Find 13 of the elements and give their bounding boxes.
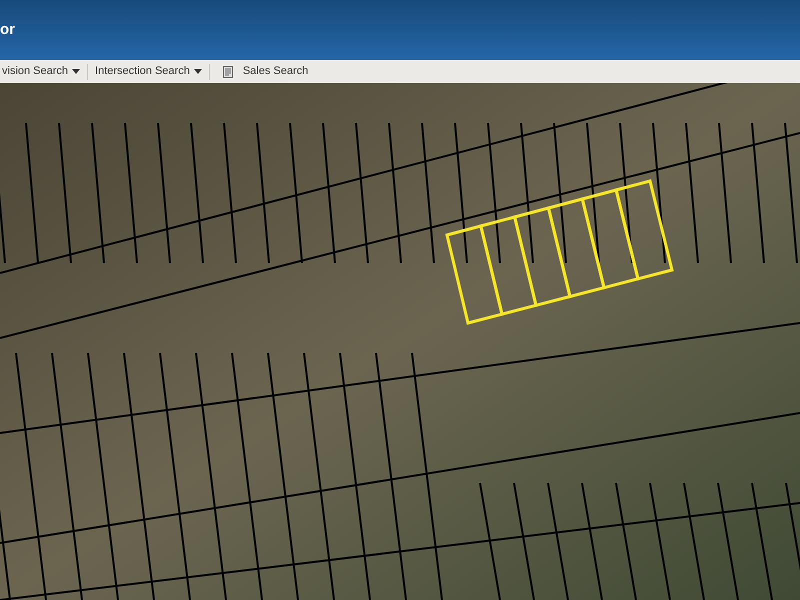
highlighted-parcel-outline[interactable] xyxy=(512,206,572,308)
highlighted-parcel-outline[interactable] xyxy=(445,224,504,325)
highlighted-parcel-outline[interactable] xyxy=(546,197,606,298)
caret-icon xyxy=(72,69,80,74)
highlighted-parcel-outline[interactable] xyxy=(614,179,674,281)
caret-icon xyxy=(194,69,202,74)
toolbar-button[interactable]: vision Search xyxy=(0,63,82,80)
highlighted-parcel-outline[interactable] xyxy=(479,215,538,316)
toolbar-button[interactable]: Intersection Search xyxy=(93,63,204,80)
highlighted-parcel-outline[interactable] xyxy=(580,188,640,290)
toolbar-button[interactable]: Sales Search xyxy=(214,63,310,80)
document-icon xyxy=(222,66,233,78)
header-title: or xyxy=(0,20,15,40)
